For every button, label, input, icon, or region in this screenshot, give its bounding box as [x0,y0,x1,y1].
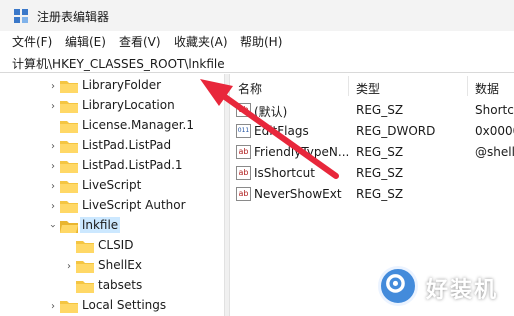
menu-view[interactable]: 查看(V) [119,33,161,50]
column-header-name[interactable]: 名称 [238,80,262,97]
tree-item-label: tabsets [98,278,143,292]
folder-icon [76,261,94,273]
chevron-right-icon[interactable]: › [48,201,58,212]
folder-icon [60,101,78,113]
folder-open-icon [60,221,78,233]
tree-item[interactable]: › LibraryFolder [0,76,224,96]
value-type: REG_SZ [356,145,404,159]
chevron-right-icon[interactable]: › [48,101,58,112]
value-row[interactable]: ab NeverShowExt REG_SZ [230,184,514,204]
value-name: FriendlyTypeN... [254,145,350,159]
string-value-icon: ab [236,187,251,201]
folder-icon [60,141,78,153]
chevron-right-icon[interactable]: › [48,141,58,152]
tree-item-label: ShellEx [98,258,142,272]
value-type: REG_SZ [356,166,404,180]
folder-icon [60,181,78,193]
tree-item[interactable]: › Local Settings [0,296,224,316]
folder-icon [60,81,78,93]
menu-file[interactable]: 文件(F) [12,33,52,50]
chevron-right-icon[interactable]: › [48,301,58,312]
value-name: EditFlags [254,124,309,138]
tree-item[interactable]: › ShellEx [0,256,224,276]
tree-item[interactable]: License.Manager.1 [0,116,224,136]
tree-item[interactable]: › ListPad.ListPad [0,136,224,156]
tree-item-label: Local Settings [82,298,167,312]
menu-bar: 文件(F) 编辑(E) 查看(V) 收藏夹(A) 帮助(H) [0,31,514,51]
tree-item-label: CLSID [98,238,134,252]
column-divider[interactable] [467,76,468,96]
chevron-down-icon[interactable]: › [48,221,59,231]
string-value-icon: ab [236,145,251,159]
value-row[interactable]: ab (默认) REG_SZ Shortc [230,100,514,120]
window-title: 注册表编辑器 [37,10,110,24]
string-value-icon: ab [236,103,251,117]
tree-item[interactable]: tabsets [0,276,224,296]
registry-editor-icon [14,9,28,23]
folder-icon [60,301,78,313]
chevron-right-icon[interactable]: › [48,181,58,192]
value-name: IsShortcut [254,166,315,180]
value-name: NeverShowExt [254,187,342,201]
address-bar[interactable]: 计算机\HKEY_CLASSES_ROOT\lnkfile [0,51,514,73]
column-divider[interactable] [348,76,349,96]
chevron-right-icon[interactable]: › [64,261,74,272]
tree-item-label: LibraryLocation [82,98,175,112]
chevron-right-icon[interactable]: › [48,81,58,92]
value-data: Shortc [475,103,514,117]
value-type: REG_DWORD [356,124,436,138]
value-row[interactable]: ab FriendlyTypeN... REG_SZ @shell [230,142,514,162]
tree-item-label: LiveScript [82,178,142,192]
tree-item-label: ListPad.ListPad [82,138,172,152]
value-row[interactable]: 011 EditFlags REG_DWORD 0x0000 [230,121,514,141]
tree-item[interactable]: › LiveScript Author [0,196,224,216]
chevron-right-icon[interactable]: › [48,161,58,172]
menu-help[interactable]: 帮助(H) [240,33,282,50]
tree-item-label: License.Manager.1 [82,118,195,132]
value-type: REG_SZ [356,187,404,201]
value-type: REG_SZ [356,103,404,117]
folder-icon [60,161,78,173]
column-header-data[interactable]: 数据 [475,80,499,97]
string-value-icon: ab [236,166,251,180]
tree-item-label: ListPad.ListPad.1 [82,158,183,172]
folder-icon [76,241,94,253]
folder-icon [60,201,78,213]
menu-favorites[interactable]: 收藏夹(A) [174,33,228,50]
tree-item-lnkfile[interactable]: › lnkfile [0,216,224,236]
binary-value-icon: 011 [236,124,251,138]
tree-item-label: LiveScript Author [82,198,186,212]
folder-icon [76,281,94,293]
folder-icon [60,121,78,133]
column-header-type[interactable]: 类型 [356,80,380,97]
value-data: 0x0000 [475,124,514,138]
tree-item[interactable]: CLSID [0,236,224,256]
tree-item-label: lnkfile [80,217,121,233]
address-path[interactable]: 计算机\HKEY_CLASSES_ROOT\lnkfile [12,55,225,72]
tree-item[interactable]: › ListPad.ListPad.1 [0,156,224,176]
values-list[interactable]: 名称 类型 数据 ab (默认) REG_SZ Shortc 011 EditF… [230,74,514,316]
menu-edit[interactable]: 编辑(E) [65,33,106,50]
title-bar: 注册表编辑器 [0,0,514,31]
value-name: (默认) [254,105,288,119]
value-row[interactable]: ab IsShortcut REG_SZ [230,163,514,183]
value-data: @shell [475,145,514,159]
tree-item[interactable]: › LiveScript [0,176,224,196]
key-tree[interactable]: › LibraryFolder › LibraryLocation Licens… [0,74,224,316]
tree-item[interactable]: › LibraryLocation [0,96,224,116]
tree-item-label: LibraryFolder [82,78,162,92]
